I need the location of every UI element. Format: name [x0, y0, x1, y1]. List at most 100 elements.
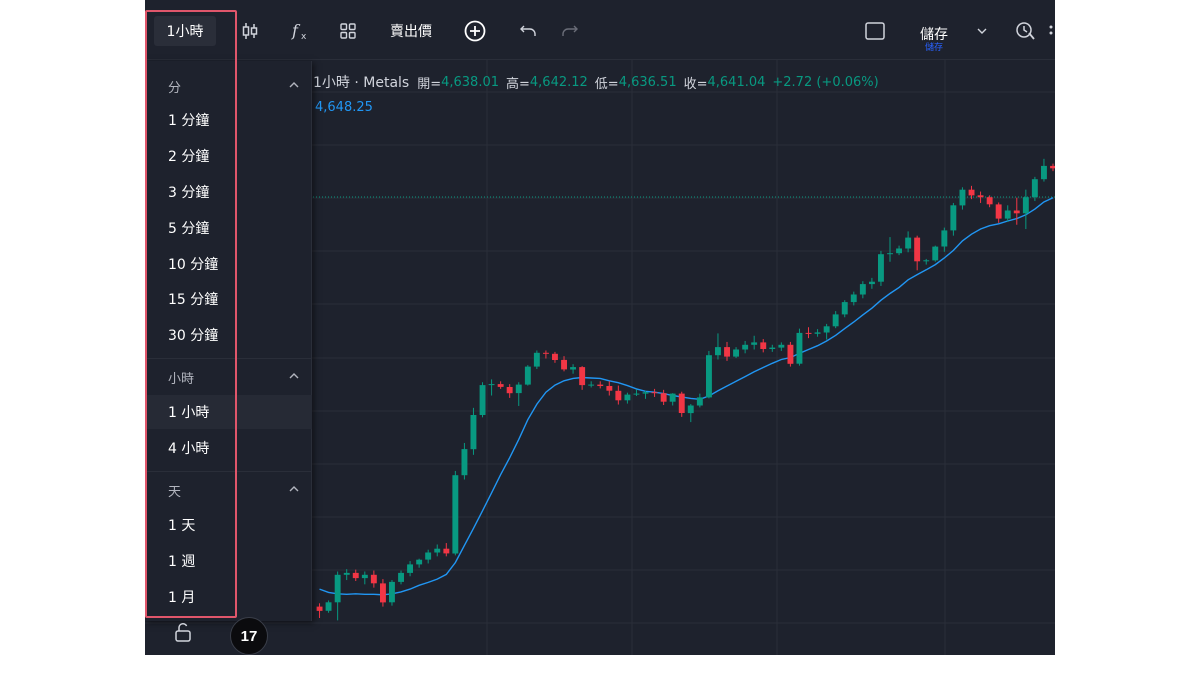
candle-body [950, 205, 957, 231]
square-icon[interactable] [860, 16, 890, 46]
candle-body [316, 606, 323, 611]
candle-body [1004, 210, 1011, 219]
candle-body [869, 281, 875, 285]
menu-item-1mo[interactable]: 1 月 [145, 580, 312, 614]
candle-body [543, 352, 549, 354]
candle-body [878, 254, 884, 282]
low-value: 4,636.51 [618, 74, 677, 90]
candle-body [941, 230, 948, 247]
candle-body [524, 366, 531, 385]
candle-body [715, 347, 721, 356]
candle-body [696, 397, 703, 406]
candle-body [678, 393, 685, 413]
candle-body [506, 387, 513, 394]
candle-body [733, 349, 739, 357]
candle-body [914, 237, 921, 262]
redo-icon[interactable] [555, 16, 585, 46]
candle-body [343, 572, 350, 575]
candle-body [724, 347, 730, 357]
legend-symbol[interactable]: 1小時 · Metals [313, 72, 409, 92]
close-value: 4,641.04 [707, 74, 766, 90]
candle-body [380, 583, 386, 603]
candle-body [887, 253, 893, 255]
section-header-days[interactable]: 天 [145, 475, 312, 505]
candle-body [561, 359, 567, 370]
ma-value-label: 4,648.25 [315, 100, 373, 115]
candlestick-icon[interactable] [235, 16, 265, 46]
menu-item-1d[interactable]: 1 天 [145, 508, 312, 542]
more-icon[interactable] [1047, 16, 1055, 46]
candle-body [497, 384, 504, 387]
timeframe-button[interactable]: 1小時 [154, 16, 216, 46]
open-value: 4,638.01 [441, 74, 499, 90]
save-sublabel: 儲存 [924, 42, 943, 53]
menu-item-4h[interactable]: 4 小時 [145, 431, 312, 465]
low-label: 低= [594, 76, 619, 92]
candle-body [533, 352, 540, 367]
menu-item-10m[interactable]: 10 分鐘 [145, 247, 312, 281]
lock-icon[interactable] [171, 620, 195, 648]
section-header-hours[interactable]: 小時 [145, 362, 312, 392]
candle-body [651, 392, 658, 394]
high-label: 高= [506, 76, 530, 92]
fx-indicators-icon[interactable]: fx [285, 16, 315, 46]
chart-app: 1小時 · Metals 開= 4,638.01 高= 4,642.12 低= … [145, 0, 1055, 655]
candle-body [642, 392, 649, 394]
chevron-up-icon [289, 82, 299, 88]
candle-body [923, 260, 930, 262]
candle-body [570, 367, 576, 370]
save-button[interactable]: 儲存 儲存 [909, 22, 959, 58]
candle-body [706, 355, 712, 398]
candle-body [850, 294, 857, 303]
candle-body [407, 564, 413, 573]
price-type-button[interactable]: 賣出價 [381, 16, 441, 46]
candle-body [959, 189, 966, 206]
menu-item-3m[interactable]: 3 分鐘 [145, 175, 312, 209]
ohlc-legend: 1小時 · Metals 開= 4,638.01 高= 4,642.12 低= … [313, 72, 886, 92]
menu-item-2m[interactable]: 2 分鐘 [145, 139, 312, 173]
candle-body [805, 332, 812, 334]
section-title-minutes: 分 [168, 80, 182, 96]
section-title-days: 天 [168, 484, 182, 500]
section-header-minutes[interactable]: 分 [145, 71, 312, 101]
candle-body [461, 449, 468, 476]
undo-icon[interactable] [513, 16, 543, 46]
menu-item-30m[interactable]: 30 分鐘 [145, 318, 312, 352]
menu-item-15m[interactable]: 15 分鐘 [145, 282, 312, 316]
candle-body [760, 342, 767, 349]
candle-body [606, 386, 613, 391]
candle-body [488, 384, 495, 386]
candle-body [389, 581, 395, 603]
candle-body [624, 394, 631, 401]
candle-body [334, 574, 341, 603]
candle-body [832, 314, 839, 327]
candle-body [814, 332, 821, 334]
candle-body [597, 384, 604, 386]
svg-text:x: x [301, 32, 307, 42]
candle-body [1022, 197, 1029, 214]
moving-average-line [319, 197, 1054, 596]
chevron-up-icon [289, 486, 299, 492]
candle-body [1031, 179, 1038, 198]
candle-body [1041, 165, 1047, 180]
candle-body [905, 237, 912, 249]
menu-item-1w[interactable]: 1 週 [145, 544, 312, 578]
candle-body [361, 574, 368, 579]
candle-body [579, 367, 586, 386]
tradingview-logo[interactable]: 17 [230, 617, 268, 655]
menu-item-1m[interactable]: 1 分鐘 [145, 103, 312, 137]
alert-clock-icon[interactable] [1011, 16, 1041, 46]
menu-item-1h[interactable]: 1 小時 [145, 395, 312, 429]
layout-grid-icon[interactable] [333, 16, 363, 46]
menu-item-5m[interactable]: 5 分鐘 [145, 211, 312, 245]
candle-body [787, 344, 794, 364]
candle-body [742, 344, 749, 350]
candle-body [325, 602, 332, 611]
candle-body [1013, 210, 1020, 214]
section-title-hours: 小時 [168, 371, 195, 387]
candle-body [633, 393, 640, 395]
candle-body [896, 248, 902, 254]
chevron-down-icon[interactable] [970, 16, 994, 46]
plus-circle-icon[interactable] [460, 16, 490, 46]
candle-body [932, 246, 939, 261]
